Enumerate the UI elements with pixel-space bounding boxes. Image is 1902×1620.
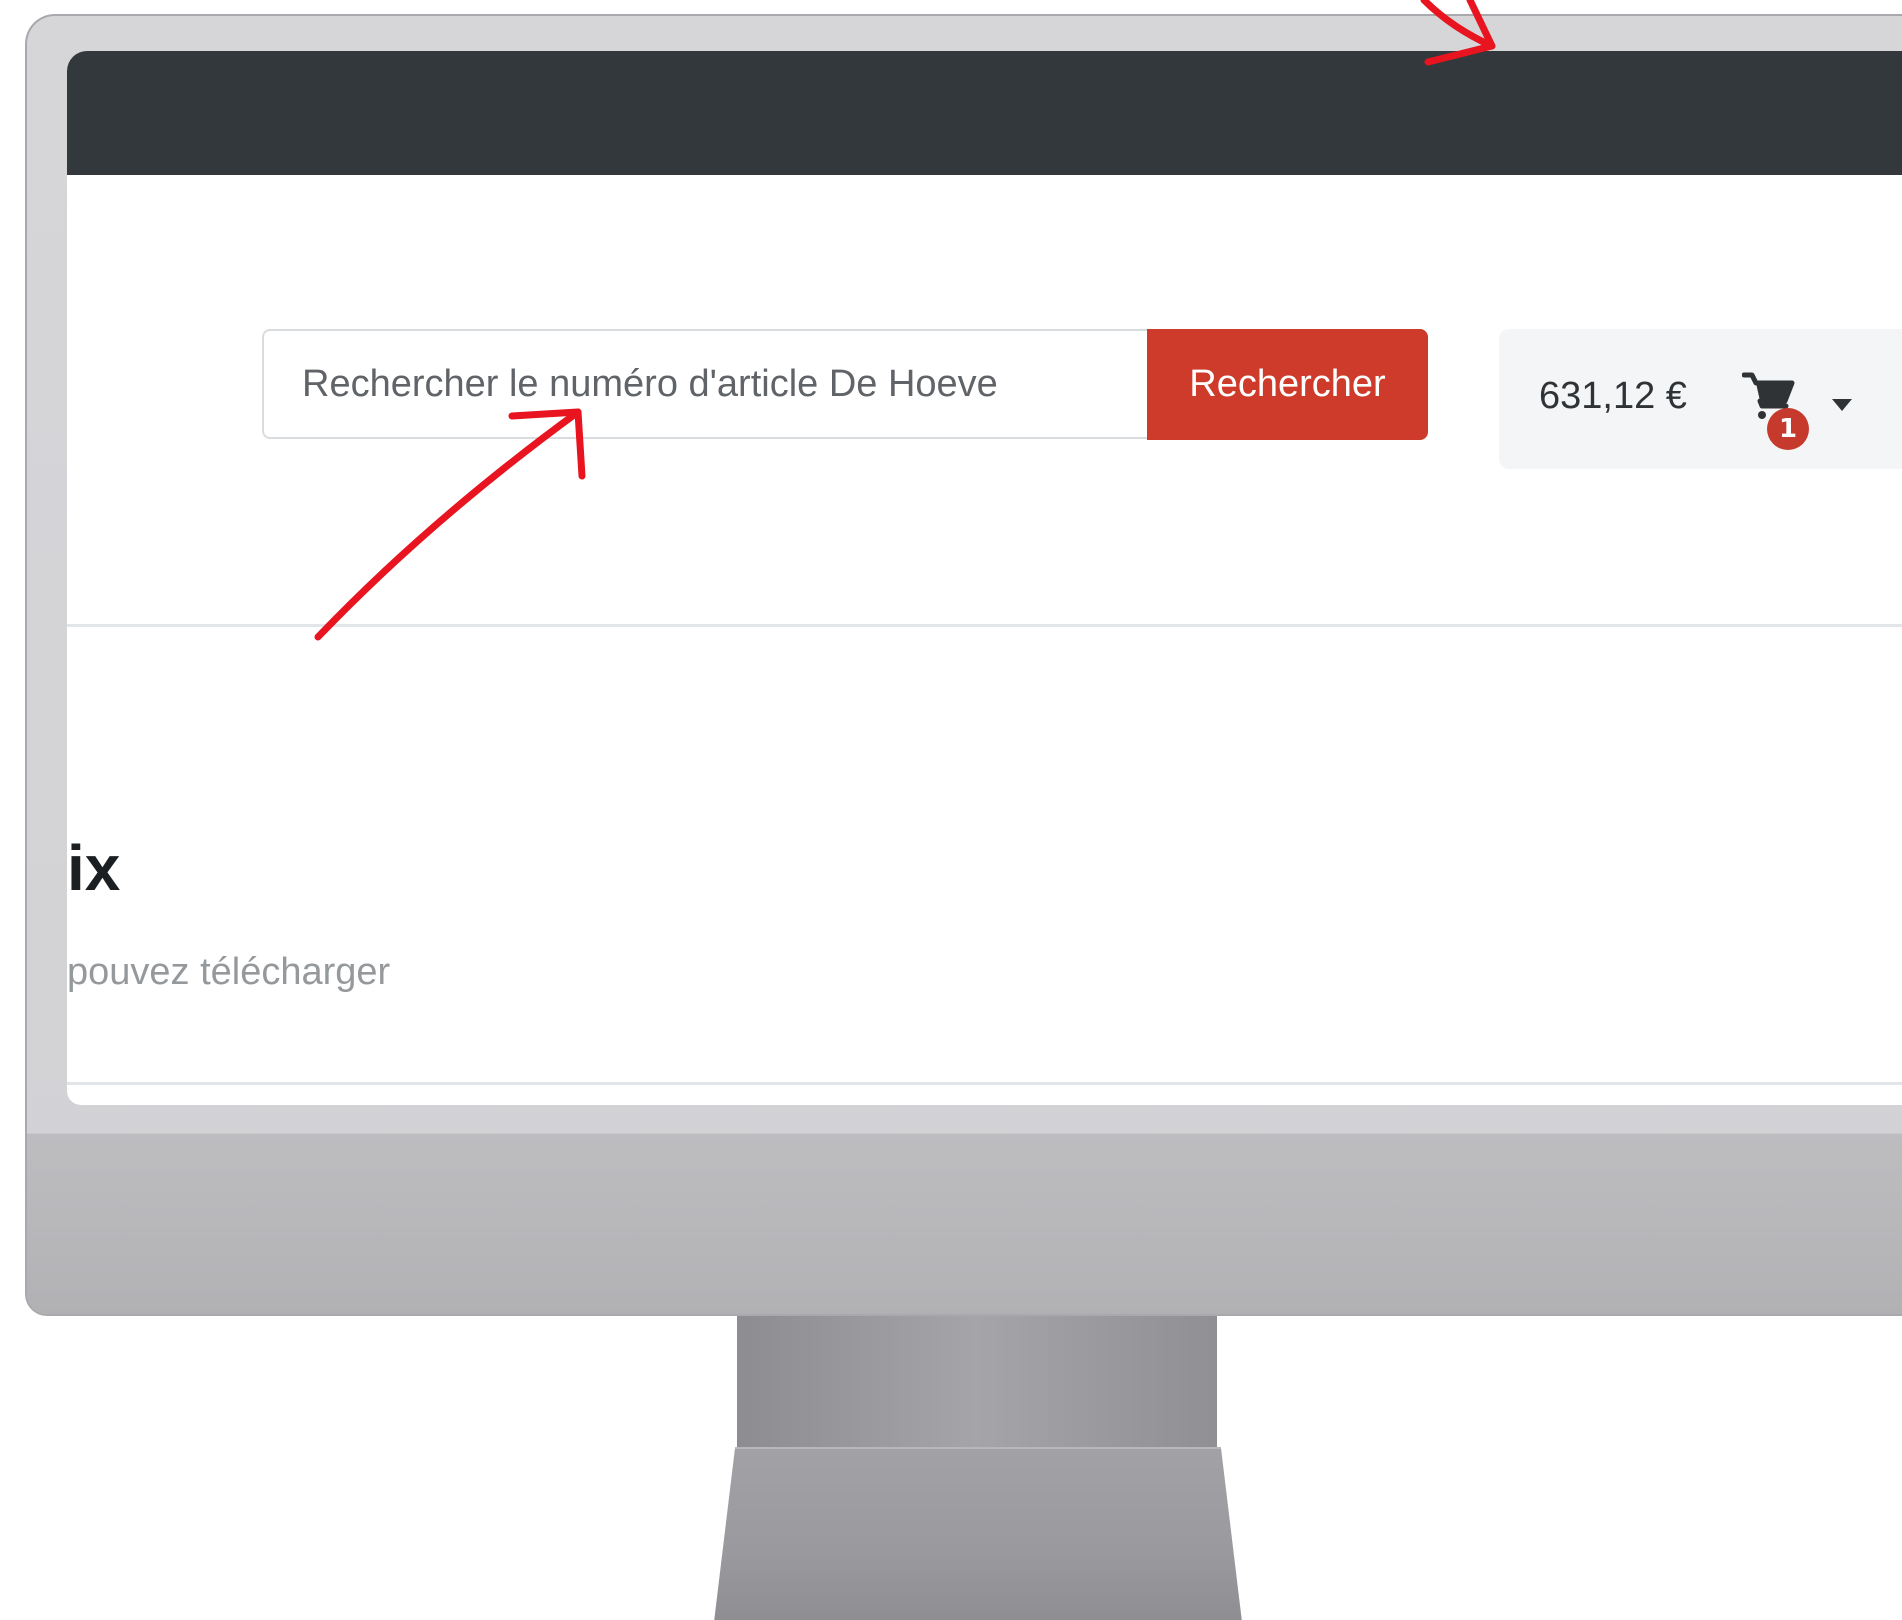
content-divider xyxy=(67,1082,1902,1085)
search-button[interactable]: Rechercher xyxy=(1147,329,1428,440)
chevron-down-icon[interactable] xyxy=(1832,399,1852,411)
header-divider xyxy=(67,624,1902,627)
search-input-placeholder: Rechercher le numéro d'article De Hoeve xyxy=(302,362,998,405)
cart-total: 631,12 € xyxy=(1539,375,1687,417)
cart-count-badge: 1 xyxy=(1767,408,1809,450)
monitor-stand-neck xyxy=(737,1316,1217,1448)
cart-count: 1 xyxy=(1778,414,1798,444)
top-navbar xyxy=(67,51,1902,175)
cart-dropdown[interactable]: 631,12 € 1 xyxy=(1499,329,1902,469)
monitor-chin xyxy=(27,1133,1902,1314)
page-subtitle: pouvez télécharger xyxy=(67,951,391,993)
search-input[interactable]: Rechercher le numéro d'article De Hoeve xyxy=(262,329,1152,439)
page-title: ix xyxy=(67,832,121,904)
search-button-label: Rechercher xyxy=(1189,363,1386,405)
monitor-stand-base xyxy=(714,1447,1242,1620)
monitor-mockup: Rechercher le numéro d'article De Hoeve … xyxy=(0,0,1902,1620)
monitor-screen: Rechercher le numéro d'article De Hoeve … xyxy=(67,51,1902,1105)
